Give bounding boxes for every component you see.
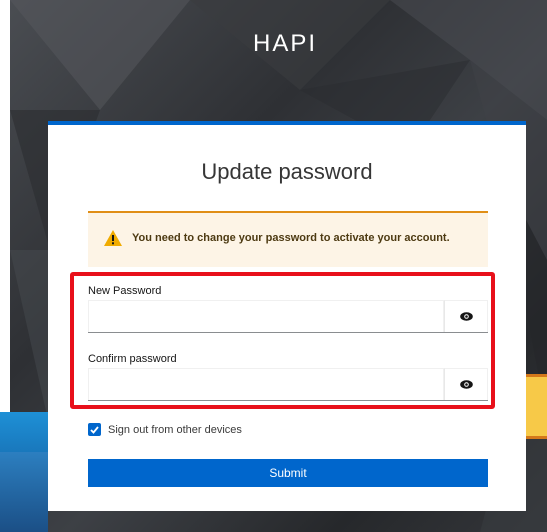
show-new-password-button[interactable] [444, 300, 488, 332]
confirm-password-label: Confirm password [88, 353, 177, 365]
warning-alert: You need to change your password to acti… [88, 211, 488, 267]
show-confirm-password-button[interactable] [444, 368, 488, 400]
sign-out-devices-option: Sign out from other devices [88, 423, 242, 436]
background-blue-shape [0, 412, 48, 532]
eye-icon [459, 377, 473, 392]
sign-out-devices-label: Sign out from other devices [108, 423, 242, 436]
page-title: Update password [201, 159, 373, 184]
warning-triangle-icon [104, 230, 122, 246]
checkmark-icon [90, 425, 99, 434]
eye-icon [459, 309, 473, 324]
new-password-label: New Password [88, 285, 162, 297]
new-password-input[interactable] [88, 300, 444, 332]
sign-out-devices-checkbox[interactable] [88, 423, 101, 436]
brand-title: HAPI [252, 30, 317, 57]
confirm-password-group [88, 368, 488, 401]
new-password-group [88, 300, 488, 333]
alert-message: You need to change your password to acti… [132, 232, 450, 244]
submit-button[interactable]: Submit [88, 459, 488, 487]
confirm-password-input[interactable] [88, 368, 444, 400]
update-password-card: Update password You need to change your … [48, 121, 526, 511]
